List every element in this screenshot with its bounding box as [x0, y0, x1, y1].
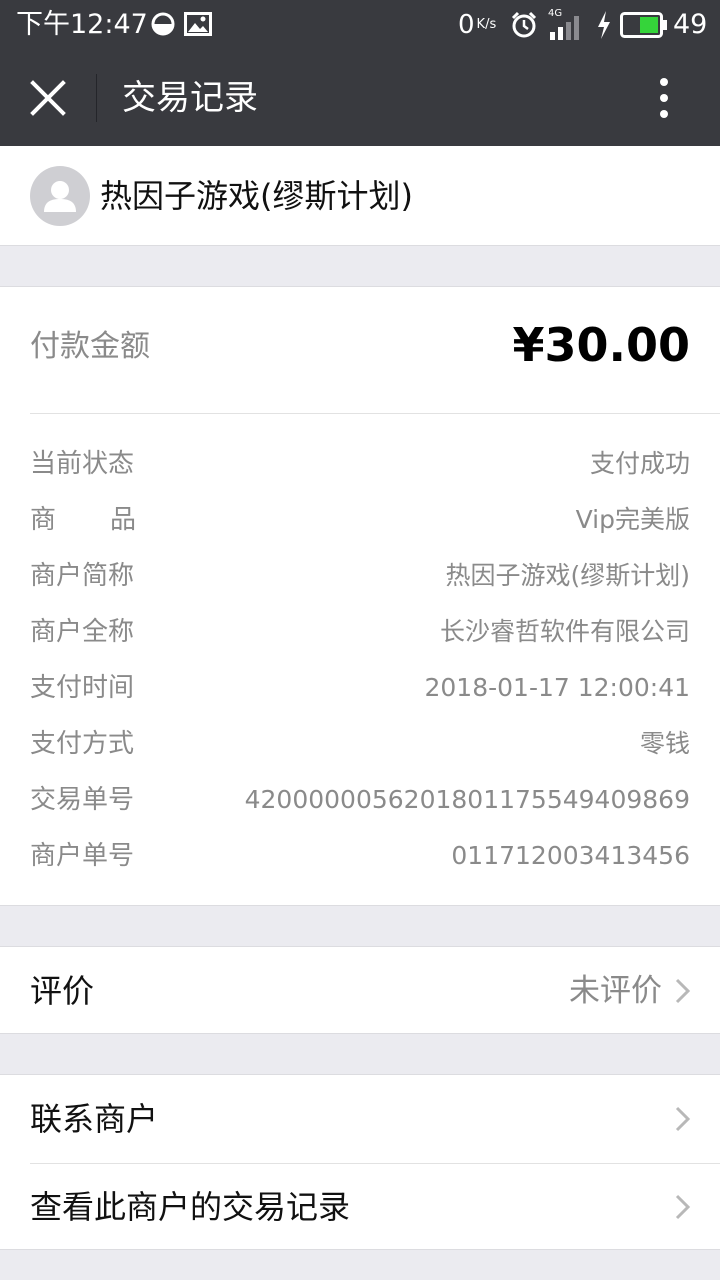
battery-icon [620, 12, 667, 38]
title-divider [96, 74, 97, 122]
detail-label: 商户全称 [30, 617, 135, 647]
merchant-history-label: 查看此商户的交易记录 [30, 1188, 351, 1226]
detail-value: 零钱 [639, 729, 690, 758]
detail-label: 当前状态 [30, 449, 135, 479]
chevron-right-icon [675, 1106, 691, 1132]
detail-row-merchant-short-name: 商户简称 热因子游戏(缪斯计划) [30, 556, 690, 596]
merchant-header[interactable]: 热因子游戏(缪斯计划) [0, 146, 720, 246]
detail-value: Vip完美版 [575, 505, 690, 534]
signal-icon [550, 16, 579, 40]
net-speed: 0 K/s [458, 10, 497, 40]
merchant-history-button[interactable]: 查看此商户的交易记录 [0, 1163, 720, 1251]
detail-row-pay-time: 支付时间 2018-01-17 12:00:41 [30, 668, 690, 708]
review-cell[interactable]: 评价 未评价 [0, 946, 720, 1034]
detail-value: 热因子游戏(缪斯计划) [445, 561, 690, 590]
signal-indicator: 4G [548, 8, 588, 40]
contact-merchant-label: 联系商户 [30, 1100, 159, 1138]
detail-value: 长沙睿哲软件有限公司 [439, 617, 690, 646]
avatar-placeholder-icon [44, 181, 76, 212]
review-label: 评价 [30, 972, 95, 1010]
merchant-name: 热因子游戏(缪斯计划) [100, 177, 413, 215]
detail-value: 011712003413456 [451, 841, 690, 870]
avatar[interactable] [30, 166, 90, 226]
chevron-right-icon [675, 1194, 691, 1220]
review-status: 未评价 [569, 973, 662, 1009]
amount-label: 付款金额 [30, 329, 150, 364]
detail-value: 2018-01-17 12:00:41 [424, 673, 690, 702]
detail-row-merchant-full-name: 商户全称 长沙睿哲软件有限公司 [30, 612, 690, 652]
detail-label: 支付方式 [30, 729, 135, 759]
detail-value: 4200000056201801175549409869 [244, 785, 690, 814]
contact-merchant-button[interactable]: 联系商户 [0, 1075, 720, 1164]
close-icon[interactable] [26, 76, 70, 120]
detail-value: 支付成功 [589, 449, 690, 478]
status-time: 下午12:47 [16, 9, 148, 40]
alarm-icon [511, 11, 537, 38]
image-icon [184, 12, 212, 36]
charging-icon [598, 11, 610, 39]
divider [30, 413, 720, 414]
detail-row-product: 商品 Vip完美版 [30, 500, 690, 540]
detail-label: 商品 [30, 505, 191, 535]
detail-label: 商户单号 [30, 841, 135, 871]
title-bar: 交易记录 [0, 50, 720, 146]
chevron-right-icon [675, 978, 691, 1004]
detail-row-transaction-id: 交易单号 4200000056201801175549409869 [30, 780, 690, 820]
detail-label: 支付时间 [30, 673, 135, 703]
detail-label: 商户简称 [30, 561, 135, 591]
transaction-detail-card: 付款金额 ¥30.00 当前状态 支付成功 商品 Vip完美版 商户简称 热因子… [0, 286, 720, 906]
status-bar: 下午12:47 0 K/s 4G 49 [0, 0, 720, 50]
merchant-actions-group: 联系商户 查看此商户的交易记录 [0, 1074, 720, 1250]
detail-row-pay-method: 支付方式 零钱 [30, 724, 690, 764]
more-vertical-icon[interactable] [644, 76, 684, 120]
battery-level: 49 [673, 9, 708, 40]
detail-label: 交易单号 [30, 785, 135, 815]
detail-row-status: 当前状态 支付成功 [30, 444, 690, 484]
amount-value: ¥30.00 [512, 318, 690, 372]
page-title: 交易记录 [122, 78, 258, 118]
half-circle-icon [151, 12, 175, 36]
detail-row-merchant-order-id: 商户单号 011712003413456 [30, 836, 690, 876]
